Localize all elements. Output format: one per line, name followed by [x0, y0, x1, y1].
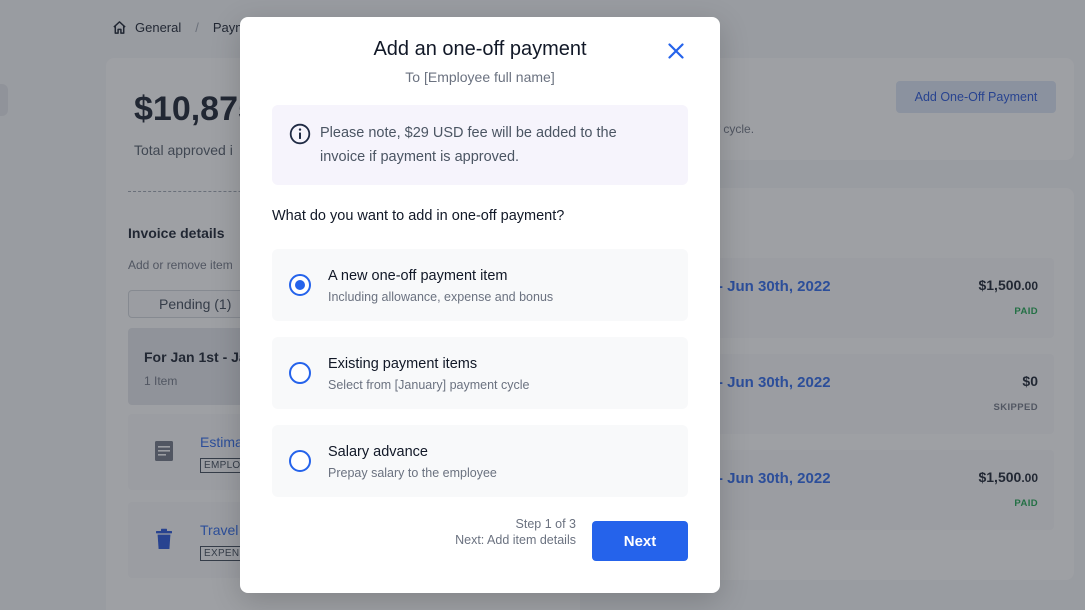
option-existing-payment-items[interactable]: Existing payment items Select from [Janu…	[272, 337, 688, 409]
fee-notice: Please note, $29 USD fee will be added t…	[272, 105, 688, 185]
option-label: A new one-off payment item	[328, 268, 508, 284]
option-description: Including allowance, expense and bonus	[328, 290, 554, 304]
option-description: Select from [January] payment cycle	[328, 378, 530, 392]
info-icon	[289, 123, 311, 145]
next-button[interactable]: Next	[592, 521, 688, 561]
option-new-payment-item[interactable]: A new one-off payment item Including all…	[272, 249, 688, 321]
option-salary-advance[interactable]: Salary advance Prepay salary to the empl…	[272, 425, 688, 497]
radio-salary-advance[interactable]	[289, 450, 311, 472]
option-description: Prepay salary to the employee	[328, 466, 497, 480]
close-button[interactable]	[664, 39, 688, 63]
step-indicator: Step 1 of 3	[515, 517, 576, 531]
option-question: What do you want to add in one-off payme…	[272, 208, 565, 224]
next-step-hint: Next: Add item details	[455, 533, 576, 547]
add-one-off-payment-dialog: Add an one-off payment To [Employee full…	[240, 17, 720, 593]
option-label: Existing payment items	[328, 356, 478, 372]
notice-text: Please note, $29 USD fee will be added t…	[320, 125, 617, 165]
close-icon	[668, 43, 684, 59]
dialog-title: Add an one-off payment	[373, 38, 587, 60]
radio-new-payment-item[interactable]	[289, 274, 311, 296]
radio-existing-payment-items[interactable]	[289, 362, 311, 384]
option-label: Salary advance	[328, 444, 428, 460]
dialog-subtitle: To [Employee full name]	[405, 69, 555, 85]
